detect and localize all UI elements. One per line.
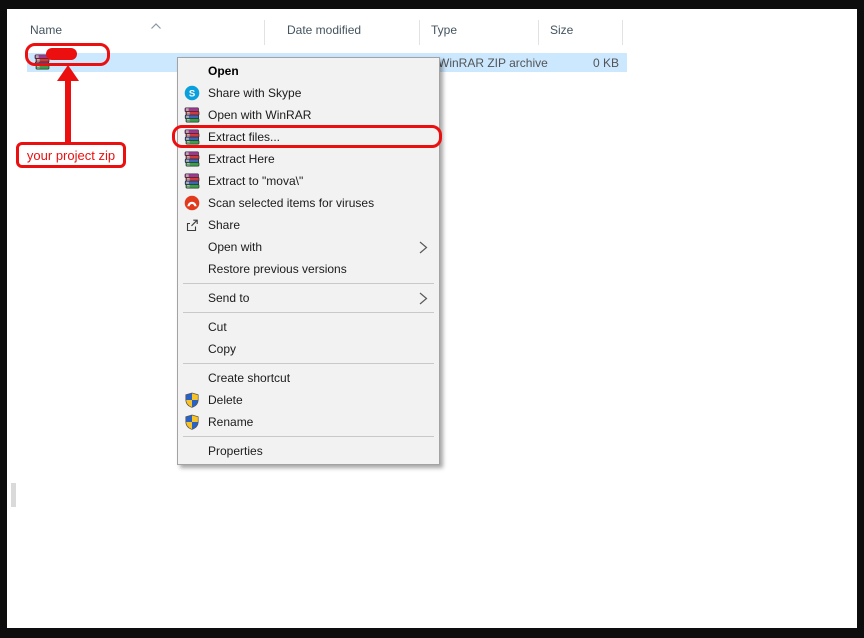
menu-icon-spacer — [184, 341, 200, 357]
column-divider[interactable] — [419, 20, 420, 45]
sort-ascending-icon[interactable] — [150, 17, 162, 24]
menu-icon-spacer — [184, 319, 200, 335]
submenu-chevron-icon — [419, 241, 428, 254]
context-menu-item-send-to[interactable]: Send to — [178, 287, 439, 309]
annotation-label: your project zip — [16, 142, 126, 168]
uac-shield-icon — [184, 392, 200, 408]
menu-item-label: Restore previous versions — [208, 262, 439, 276]
menu-item-label: Open with WinRAR — [208, 108, 439, 122]
menu-icon-spacer — [184, 443, 200, 459]
menu-item-label: Copy — [208, 342, 439, 356]
menu-item-label: Share with Skype — [208, 86, 439, 100]
context-menu-item-delete[interactable]: Delete — [178, 389, 439, 411]
context-menu-item-extract-to-mova[interactable]: Extract to "mova\" — [178, 170, 439, 192]
menu-item-label: Delete — [208, 393, 439, 407]
column-divider[interactable] — [538, 20, 539, 45]
context-menu-item-extract-here[interactable]: Extract Here — [178, 148, 439, 170]
uac-shield-icon — [184, 414, 200, 430]
menu-item-label: Properties — [208, 444, 439, 458]
menu-item-label: Share — [208, 218, 439, 232]
column-header-name[interactable]: Name — [30, 23, 62, 37]
column-header-size[interactable]: Size — [550, 23, 573, 37]
context-menu-item-open[interactable]: Open — [178, 60, 439, 82]
share-icon — [184, 217, 200, 233]
menu-item-label: Open with — [208, 240, 419, 254]
annotation-highlight-extract-files — [172, 125, 442, 148]
scrollbar-fragment — [11, 483, 16, 507]
menu-item-label: Create shortcut — [208, 371, 439, 385]
skype-icon: S — [184, 85, 200, 101]
context-menu-item-share-with-skype[interactable]: S Share with Skype — [178, 82, 439, 104]
context-menu-item-create-shortcut[interactable]: Create shortcut — [178, 367, 439, 389]
context-menu-item-copy[interactable]: Copy — [178, 338, 439, 360]
menu-icon-spacer — [184, 261, 200, 277]
column-divider[interactable] — [264, 20, 265, 45]
context-menu-item-rename[interactable]: Rename — [178, 411, 439, 433]
screenshot-frame: Name Date modified Type Size — [0, 0, 864, 638]
context-menu-item-open-with-winrar[interactable]: Open with WinRAR — [178, 104, 439, 126]
context-menu-item-share[interactable]: Share — [178, 214, 439, 236]
winrar-icon — [184, 107, 200, 123]
menu-icon-spacer — [184, 63, 200, 79]
annotation-redacted-filename — [46, 48, 77, 60]
context-menu-item-open-with[interactable]: Open with — [178, 236, 439, 258]
menu-separator — [183, 363, 434, 364]
svg-text:S: S — [189, 89, 195, 100]
column-header-date-modified[interactable]: Date modified — [287, 23, 361, 37]
menu-separator — [183, 283, 434, 284]
menu-separator — [183, 312, 434, 313]
file-type: WinRAR ZIP archive — [438, 56, 548, 70]
menu-item-label: Extract to "mova\" — [208, 174, 439, 188]
menu-separator — [183, 436, 434, 437]
menu-item-label: Extract Here — [208, 152, 439, 166]
menu-item-label: Scan selected items for viruses — [208, 196, 439, 210]
menu-item-label: Rename — [208, 415, 439, 429]
column-header-type[interactable]: Type — [431, 23, 457, 37]
context-menu-item-cut[interactable]: Cut — [178, 316, 439, 338]
menu-icon-spacer — [184, 290, 200, 306]
annotation-arrow-shaft — [65, 78, 71, 144]
menu-icon-spacer — [184, 239, 200, 255]
context-menu-item-properties[interactable]: Properties — [178, 440, 439, 462]
menu-item-label: Send to — [208, 291, 419, 305]
menu-icon-spacer — [184, 370, 200, 386]
winrar-icon — [184, 151, 200, 167]
context-menu-item-restore-previous-versions[interactable]: Restore previous versions — [178, 258, 439, 280]
file-size: 0 KB — [593, 56, 619, 70]
winrar-icon — [184, 173, 200, 189]
column-divider[interactable] — [622, 20, 623, 45]
avira-icon — [184, 195, 200, 211]
submenu-chevron-icon — [419, 292, 428, 305]
menu-item-label: Open — [208, 64, 439, 78]
menu-item-label: Cut — [208, 320, 439, 334]
context-menu-item-scan-selected-items-for-viruses[interactable]: Scan selected items for viruses — [178, 192, 439, 214]
context-menu: Open S Share with Skype Open with WinRAR — [177, 57, 440, 465]
